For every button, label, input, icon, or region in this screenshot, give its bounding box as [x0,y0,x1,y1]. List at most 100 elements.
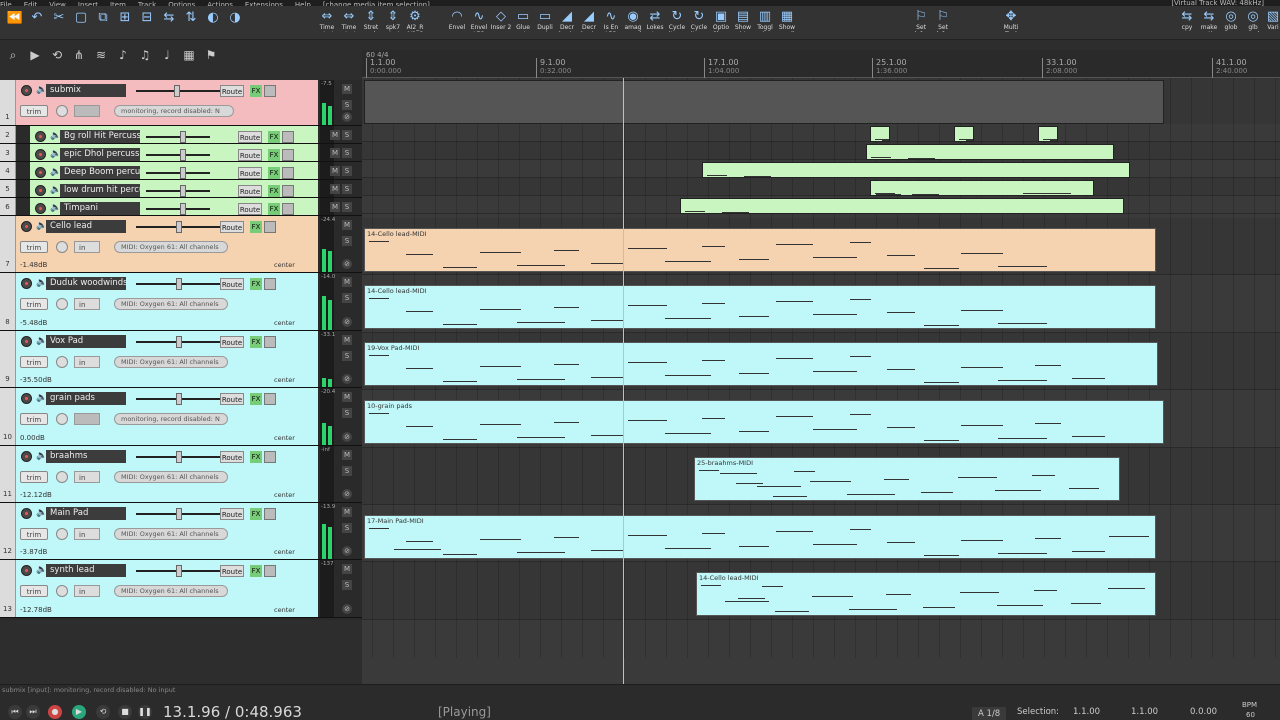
record-arm-button[interactable] [21,278,32,289]
record-arm-button[interactable] [21,336,32,347]
track-name[interactable]: Duduk woodwinds [46,277,126,290]
fx-button[interactable]: FX [250,336,262,348]
track-header[interactable]: 🔈 Timpani Route FX [30,198,318,215]
input-knob[interactable] [56,471,68,483]
timeline-ruler[interactable]: 60 4/4 1.1.00 0:00.000 9.1.00 0:32.000 17.1.… [362,50,1280,78]
record-arm-button[interactable] [35,149,46,160]
track-number[interactable]: 10 [0,388,16,445]
route-button[interactable]: Route [238,149,262,161]
track-header[interactable]: 🔈 Duduk woodwinds Route FX trim in MIDI: Oxyge… [16,273,318,330]
input-selector[interactable]: MIDI: Oxygen 61: All channels [114,471,228,483]
media-item[interactable]: 14-Cello lead-MIDI [696,572,1156,616]
grid-icon[interactable]: ▦ [180,46,198,64]
route-button[interactable]: Route [238,185,262,197]
route-button[interactable]: Route [220,336,244,348]
input-knob[interactable] [56,241,68,253]
track-name[interactable]: braahms [46,450,126,463]
track-name[interactable]: low drum hit percu [60,184,140,197]
track-number[interactable]: 3 [0,144,16,161]
toolbar-icon-button[interactable]: ✂ [48,11,70,33]
phase-button[interactable]: ⊘ [342,546,352,556]
fader-knob[interactable] [176,221,182,233]
solo-button[interactable]: S [342,580,352,590]
track-row[interactable]: 5 🔈 low drum hit percu Route FX M S [0,180,362,198]
record-arm-button[interactable] [35,131,46,142]
solo-button[interactable]: S [342,166,352,176]
fx-bypass-button[interactable] [282,149,294,161]
track-name[interactable]: Bg roll Hit Percussi [60,130,140,143]
search-icon[interactable]: ⌕ [4,46,22,64]
toolbar-button[interactable]: ⇆cpy pan [1176,10,1198,32]
toolbar-button[interactable]: ▧ Vari [1262,10,1280,32]
toolbar-icon-button[interactable]: ⊟ [136,11,158,33]
media-item[interactable] [870,126,890,142]
track-header[interactable]: 🔈 grain pads Route FX trim monitoring, record… [16,388,318,445]
track-name[interactable]: Vox Pad [46,335,126,348]
media-item[interactable] [702,162,1130,178]
track-header[interactable]: 🔈 braahms Route FX trim in MIDI: Oxygen 61: Al… [16,446,318,502]
track-name[interactable]: epic Dhol percussio [60,148,140,161]
toolbar-button[interactable]: ▣Optio Show [710,10,732,32]
solo-button[interactable]: S [342,466,352,476]
track-row[interactable]: 6 🔈 Timpani Route FX M S [0,198,362,216]
toolbar-icon-button[interactable]: ⊞ [114,11,136,33]
toolbar-button[interactable]: ↻Cycle items [688,10,710,32]
track-row[interactable]: 10 🔈 grain pads Route FX trim monitoring, reco… [0,388,362,446]
toolbar-button[interactable]: ∿Is En LFO [600,10,622,32]
repeat-button[interactable]: ⟲ [96,705,110,719]
toolbar-icon-button[interactable]: ◐ [202,11,224,33]
mute-button[interactable]: M [342,277,352,287]
mute-button[interactable]: M [330,202,340,212]
fx-button[interactable]: FX [268,131,280,143]
solo-button[interactable]: S [342,351,352,361]
input-selector[interactable]: monitoring, record disabled: N [114,105,234,117]
selection-end[interactable]: 1.1.00 [1131,707,1158,717]
toolbar-button[interactable]: ⇕Stret sel [360,10,382,32]
track-number[interactable]: 1 [0,80,16,125]
fader-knob[interactable] [180,167,186,179]
solo-button[interactable]: S [342,148,352,158]
track-row[interactable]: 7 🔈 Cello lead Route FX trim in MIDI: Oxygen 61… [0,216,362,273]
note-icon[interactable]: ♫ [136,46,154,64]
grid-setting[interactable]: A 1/8 [972,707,1007,720]
track-header[interactable]: 🔈 Vox Pad Route FX trim in MIDI: Oxygen 61: Al… [16,331,318,387]
solo-button[interactable]: S [342,202,352,212]
fx-bypass-button[interactable] [264,278,276,290]
track-name[interactable]: synth lead [46,564,126,577]
route-button[interactable]: Route [220,451,244,463]
media-item[interactable]: 10-grain pads [364,400,1164,444]
fx-bypass-button[interactable] [264,508,276,520]
track-header[interactable]: 🔈 submix Route FX trim monitoring, record dis… [16,80,318,125]
trim-button[interactable]: trim [20,585,48,597]
track-name[interactable]: Deep Boom percuss [60,166,140,179]
trim-button[interactable]: trim [20,241,48,253]
input-knob[interactable] [56,298,68,310]
track-name[interactable]: Cello lead [46,220,126,233]
fx-bypass-button[interactable] [264,451,276,463]
track-header[interactable]: 🔈 Cello lead Route FX trim in MIDI: Oxygen 61:… [16,216,318,272]
mute-button[interactable]: M [330,130,340,140]
input-knob[interactable] [56,585,68,597]
route-button[interactable]: Route [220,565,244,577]
arrange-view[interactable]: 60 4/4 1.1.00 0:00.000 9.1.00 0:32.000 17.1.… [362,50,1280,684]
route-button[interactable]: Route [220,85,244,97]
fader-knob[interactable] [176,565,182,577]
stop-button[interactable]: ■ [118,705,132,719]
track-name[interactable]: grain pads [46,392,126,405]
toolbar-button[interactable]: ◉amag envel [622,10,644,32]
record-arm-button[interactable] [21,565,32,576]
mute-button[interactable]: M [342,335,352,345]
toolbar-button[interactable]: ◢Decr bezie [578,10,600,32]
fx-button[interactable]: FX [268,149,280,161]
input-knob[interactable] [56,413,68,425]
record-arm-button[interactable] [21,393,32,404]
ruler-mark[interactable]: 1.1.00 0:00.000 [366,58,401,78]
toolbar-icon-button[interactable]: ⧉ [92,11,114,33]
input-selector[interactable]: MIDI: Oxygen 61: All channels [114,298,228,310]
route-button[interactable]: Route [220,508,244,520]
toolbar-button[interactable]: ⇔Time stret [338,10,360,32]
fader-knob[interactable] [180,203,186,215]
toolbar-icon-button[interactable]: ◑ [224,11,246,33]
track-row[interactable]: 9 🔈 Vox Pad Route FX trim in MIDI: Oxygen 61: A… [0,331,362,388]
track-row[interactable]: 8 🔈 Duduk woodwinds Route FX trim in MIDI: Oxyg… [0,273,362,331]
